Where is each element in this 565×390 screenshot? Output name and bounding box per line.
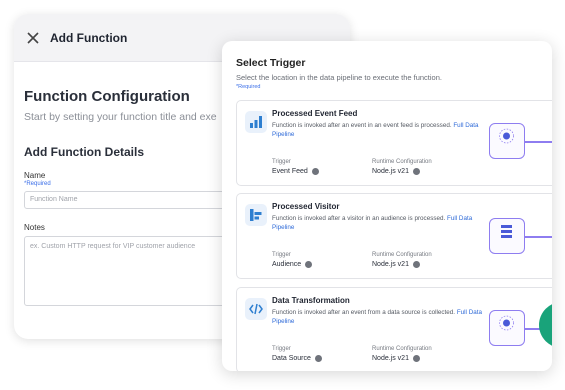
diagram-connector [525,141,552,143]
info-icon[interactable] [311,168,319,175]
trigger-label: Trigger [272,159,291,165]
trigger-value: Event Feed [272,168,319,175]
card-description-text: Function is invoked after a visitor in a… [272,215,446,222]
bar-chart-icon [245,111,267,133]
info-icon[interactable] [412,355,420,362]
add-function-title: Add Function [50,30,128,45]
trigger-value: Audience [272,261,313,268]
notes-textarea[interactable]: ex. Custom HTTP request for VIP customer… [24,236,244,306]
card-title: Processed Event Feed [272,109,358,118]
info-icon[interactable] [305,261,313,268]
close-icon[interactable] [26,31,40,45]
diagram-connector [525,236,552,238]
card-description-text: Function is invoked after an event in an… [272,122,452,129]
runtime-value: Node.js v21 [372,168,420,175]
event-feed-filter-diagram [489,123,525,159]
trigger-label: Trigger [272,252,291,258]
runtime-label: Runtime Configuration [372,159,432,165]
runtime-value: Node.js v21 [372,261,420,268]
card-description-text: Function is invoked after an event from … [272,309,456,316]
info-icon[interactable] [314,355,322,362]
runtime-label: Runtime Configuration [372,252,432,258]
select-trigger-panel: Select Trigger Select the location in th… [222,41,552,371]
visitor-bars-icon [245,204,267,226]
card-title: Processed Visitor [272,202,340,211]
card-title: Data Transformation [272,296,350,305]
card-description: Function is invoked after an event in an… [272,121,484,139]
function-name-input[interactable]: Function Name [24,191,244,209]
trigger-value-text: Data Source [272,355,311,362]
trigger-value-text: Audience [272,261,302,268]
runtime-value-text: Node.js v21 [372,355,409,362]
select-trigger-required: *Required [236,84,261,90]
runtime-value: Node.js v21 [372,355,420,362]
trigger-card-data-transformation[interactable]: Data Transformation Function is invoked … [236,287,552,371]
card-description: Function is invoked after a visitor in a… [272,214,484,232]
select-trigger-title: Select Trigger [236,57,306,69]
select-trigger-subtitle: Select the location in the data pipeline… [236,73,442,82]
audience-evaluation-diagram [489,218,525,254]
card-description: Function is invoked after an event from … [272,308,484,326]
runtime-value-text: Node.js v21 [372,261,409,268]
green-circle-badge [539,302,552,348]
runtime-value-text: Node.js v21 [372,168,409,175]
trigger-label: Trigger [272,346,291,352]
code-icon [245,298,267,320]
info-icon[interactable] [412,168,420,175]
event-collected-diagram [489,310,525,346]
trigger-card-processed-event-feed[interactable]: Processed Event Feed Function is invoked… [236,100,552,186]
runtime-label: Runtime Configuration [372,346,432,352]
trigger-card-processed-visitor[interactable]: Processed Visitor Function is invoked af… [236,193,552,279]
trigger-value: Data Source [272,355,322,362]
trigger-value-text: Event Feed [272,168,308,175]
info-icon[interactable] [412,261,420,268]
